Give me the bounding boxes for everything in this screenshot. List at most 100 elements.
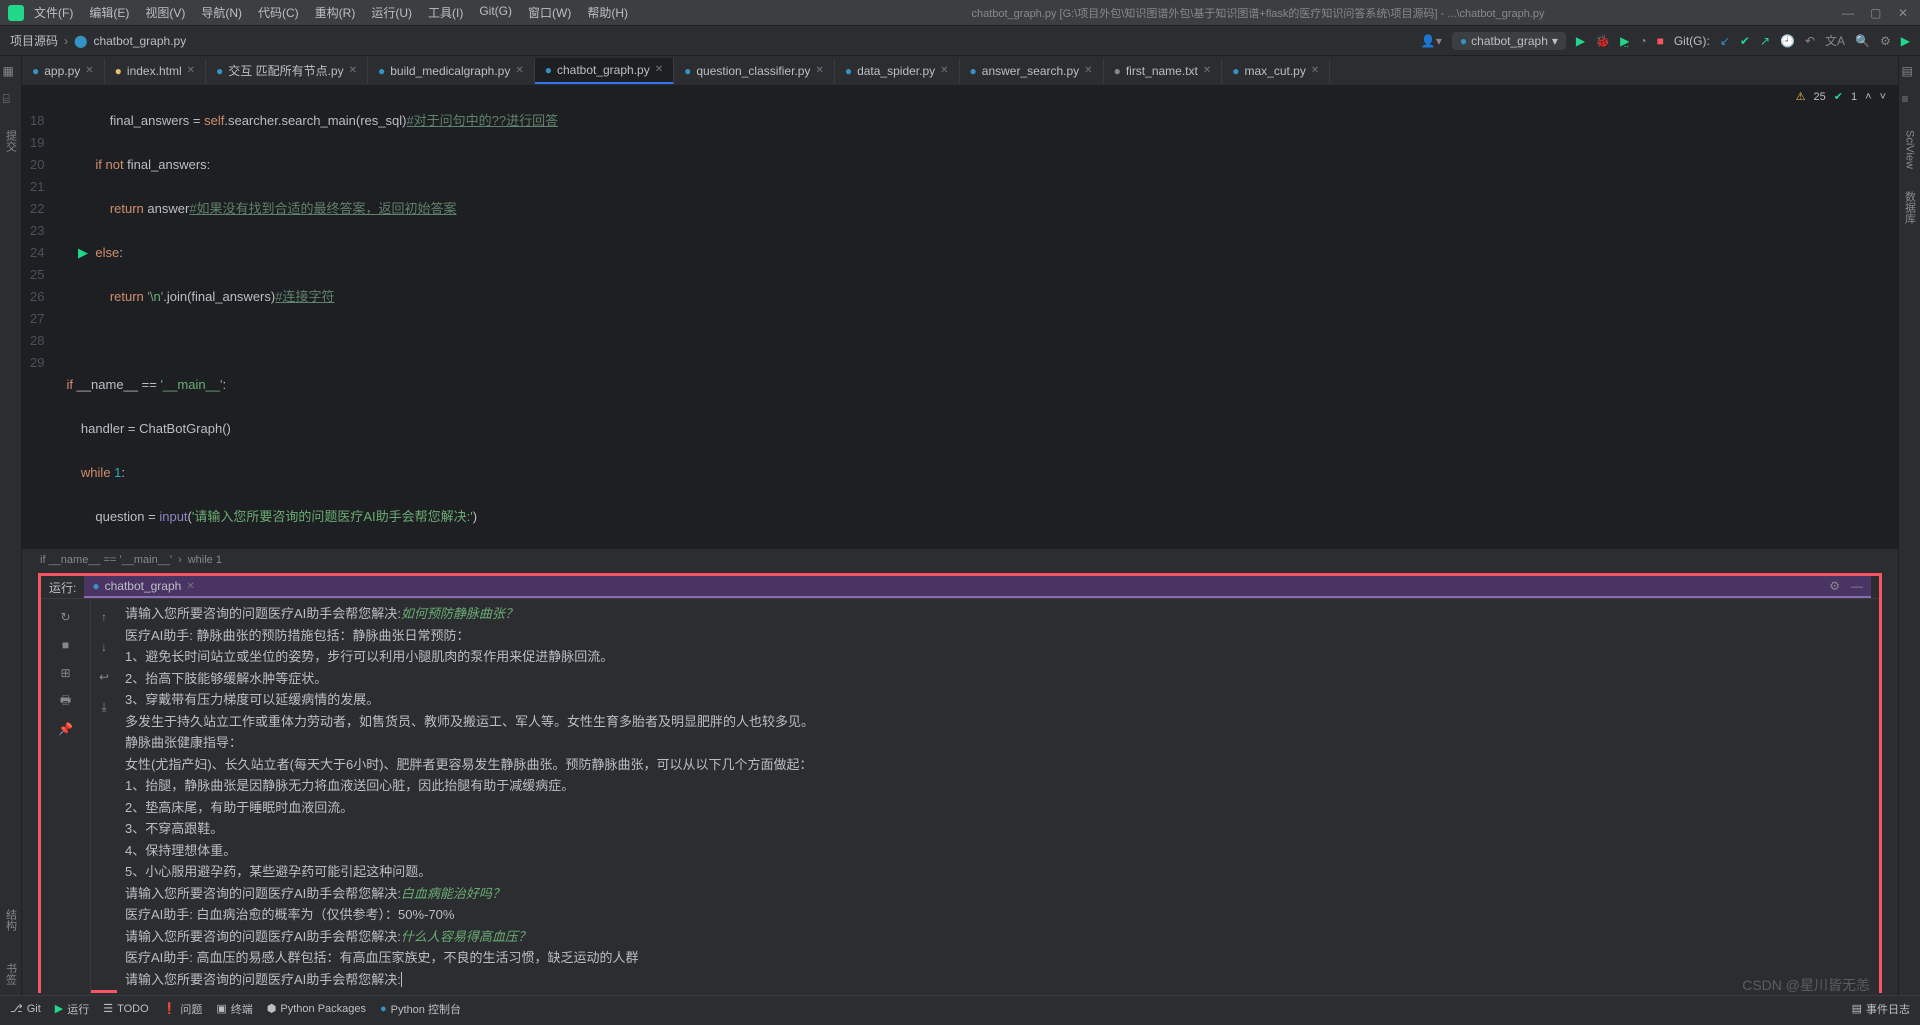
menu-view[interactable]: 视图(V) — [139, 1, 191, 24]
menu-run[interactable]: 运行(U) — [365, 1, 418, 24]
tab-label: first_name.txt — [1126, 64, 1198, 78]
play-icon[interactable]: ▶ — [1901, 34, 1910, 48]
git-update-icon[interactable]: ↙ — [1720, 34, 1730, 48]
breadcrumb-file[interactable]: chatbot_graph.py — [93, 34, 186, 48]
settings-icon[interactable]: ⚙ — [1880, 34, 1891, 48]
close-icon[interactable]: ✕ — [187, 65, 195, 76]
run-config-selector[interactable]: ● chatbot_graph ▾ — [1452, 32, 1566, 50]
hide-icon[interactable]: — — [1851, 579, 1863, 593]
git-rollback-icon[interactable]: ↶ — [1805, 34, 1815, 48]
down-icon[interactable]: ↓ — [89, 635, 119, 659]
close-icon[interactable]: ✕ — [940, 65, 948, 76]
tab-first_name-txt[interactable]: ●first_name.txt✕ — [1104, 59, 1223, 83]
console-line: 3、不穿高跟鞋。 — [125, 818, 1871, 840]
tab-label: question_classifier.py — [696, 64, 810, 78]
profile-icon[interactable]: ◔ — [1639, 34, 1646, 48]
tab-answer_search-py[interactable]: ●answer_search.py✕ — [960, 59, 1104, 83]
user-icon[interactable]: 👤▾ — [1421, 34, 1442, 48]
sb-problems[interactable]: ❗问题 — [163, 1001, 203, 1017]
run-icon[interactable]: ▶ — [1576, 34, 1585, 48]
menu-git[interactable]: Git(G) — [473, 1, 518, 24]
layout-icon[interactable]: ⊞ — [51, 661, 81, 685]
tab-question_classifier-py[interactable]: ●question_classifier.py✕ — [674, 59, 835, 83]
tab-chatbot_graph-py[interactable]: ●chatbot_graph.py✕ — [535, 58, 674, 84]
console-output[interactable]: 请输入您所要咨询的问题医疗AI助手会帮您解决:如何预防静脉曲张？医疗AI助手: … — [117, 599, 1879, 994]
minimize-icon[interactable]: — — [1842, 6, 1856, 20]
close-icon[interactable]: ✕ — [186, 581, 194, 592]
sb-run[interactable]: ▶运行 — [55, 1001, 89, 1017]
scroll-icon[interactable]: ⤓ — [89, 695, 119, 719]
sb-console[interactable]: ●Python 控制台 — [380, 1001, 461, 1017]
structure-tab[interactable]: 结构 — [3, 909, 19, 931]
up-icon[interactable]: ↑ — [89, 605, 119, 629]
close-icon[interactable]: ✕ — [349, 65, 357, 76]
console-line: 请输入您所要咨询的问题医疗AI助手会帮您解决:白血病能治好吗？ — [125, 883, 1871, 905]
menu-navigate[interactable]: 导航(N) — [195, 1, 248, 24]
search-icon[interactable]: 🔍 — [1855, 34, 1870, 48]
database-icon[interactable]: ≡ — [1902, 92, 1918, 108]
pin-icon[interactable]: 📌 — [51, 717, 81, 741]
run-panel-label: 运行: — [49, 579, 76, 596]
menu-tools[interactable]: 工具(I) — [422, 1, 469, 24]
sb-packages[interactable]: ⬢Python Packages — [267, 1002, 366, 1015]
tab-build_medicalgraph-py[interactable]: ●build_medicalgraph.py✕ — [368, 59, 535, 83]
sb-terminal[interactable]: ▣终端 — [216, 1001, 252, 1017]
debug-icon[interactable]: 🐞 — [1595, 34, 1610, 48]
maximize-icon[interactable]: ▢ — [1870, 6, 1884, 20]
close-icon[interactable]: ✕ — [85, 65, 93, 76]
editor-inspection-status[interactable]: ⚠25 ✔1 ˄ ˅ — [1796, 90, 1886, 103]
crumb-item[interactable]: if __name__ == '__main__' — [40, 554, 172, 566]
project-icon[interactable]: ▦ — [3, 64, 19, 80]
code-content[interactable]: final_answers = self.searcher.search_mai… — [58, 86, 1898, 549]
tab-max_cut-py[interactable]: ●max_cut.py✕ — [1222, 59, 1330, 83]
structure-icon[interactable]: ⌸ — [3, 92, 19, 108]
close-icon[interactable]: ✕ — [515, 65, 523, 76]
close-icon[interactable]: ✕ — [1084, 65, 1092, 76]
close-icon[interactable]: ✕ — [815, 65, 823, 76]
run-tab[interactable]: ● chatbot_graph ✕ ⚙ — — [84, 576, 1871, 598]
rerun-icon[interactable]: ↻ — [51, 605, 81, 629]
menu-code[interactable]: 代码(C) — [252, 1, 305, 24]
gear-icon[interactable]: ⚙ — [1829, 579, 1840, 593]
menu-refactor[interactable]: 重构(R) — [309, 1, 362, 24]
close-icon[interactable]: ✕ — [1898, 6, 1912, 20]
stop-icon[interactable]: ■ — [51, 633, 81, 657]
sciview-tab[interactable]: SciView — [1904, 130, 1916, 169]
tab-label: chatbot_graph.py — [557, 63, 650, 77]
notifications-icon[interactable]: ▤ — [1902, 64, 1918, 80]
database-tab[interactable]: 数据库 — [1902, 191, 1918, 224]
stop-icon[interactable]: ■ — [1657, 34, 1664, 48]
sb-git[interactable]: ⎇Git — [10, 1002, 41, 1015]
tab-data_spider-py[interactable]: ●data_spider.py✕ — [835, 59, 960, 83]
chevron-up-icon[interactable]: ˄ — [1865, 91, 1871, 103]
close-icon[interactable]: ✕ — [655, 64, 663, 75]
wrap-icon[interactable]: ↩ — [89, 665, 119, 689]
terminal-icon: ▣ — [216, 1002, 226, 1015]
run-gutter-icon[interactable]: ▶ — [78, 242, 88, 264]
tab--py[interactable]: ●交互 匹配所有节点.py✕ — [206, 57, 368, 84]
code-editor[interactable]: 18192021222324▶2526272829 final_answers … — [22, 86, 1898, 549]
git-push-icon[interactable]: ↗ — [1760, 34, 1770, 48]
bookmarks-tab[interactable]: 书签 — [3, 963, 19, 985]
menu-window[interactable]: 窗口(W) — [522, 1, 577, 24]
tab-app-py[interactable]: ●app.py✕ — [22, 59, 105, 83]
git-history-icon[interactable]: 🕘 — [1780, 34, 1795, 48]
console-line: 4、保持理想体重。 — [125, 840, 1871, 862]
chevron-down-icon[interactable]: ˅ — [1880, 91, 1886, 103]
print-icon[interactable]: 🖶 — [51, 689, 81, 713]
breadcrumb-root[interactable]: 项目源码 — [10, 32, 58, 49]
sb-todo[interactable]: ☰TODO — [103, 1002, 148, 1015]
translate-icon[interactable]: 文A — [1825, 32, 1845, 49]
coverage-icon[interactable]: ▶̤ — [1620, 34, 1629, 48]
tab-index-html[interactable]: ●index.html✕ — [105, 59, 206, 83]
console-line: 请输入您所要咨询的问题医疗AI助手会帮您解决: — [125, 969, 1871, 991]
commit-tab[interactable]: 提交 — [3, 130, 19, 152]
crumb-item[interactable]: while 1 — [188, 554, 222, 566]
sb-events[interactable]: ▤事件日志 — [1852, 1001, 1910, 1017]
close-icon[interactable]: ✕ — [1311, 65, 1319, 76]
git-commit-icon[interactable]: ✔ — [1740, 34, 1750, 48]
menu-file[interactable]: 文件(F) — [28, 1, 79, 24]
menu-edit[interactable]: 编辑(E) — [83, 1, 135, 24]
close-icon[interactable]: ✕ — [1203, 65, 1211, 76]
menu-help[interactable]: 帮助(H) — [581, 1, 634, 24]
